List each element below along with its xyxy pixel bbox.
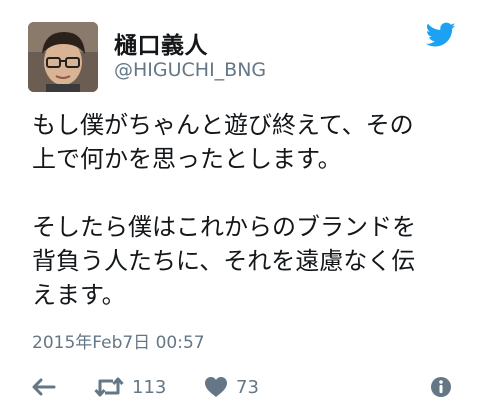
tweet-card: 樋口義人 @HIGUCHI_BNG もし僕がちゃんと遊び終えて、その 上で何かを… [0,0,480,416]
retweet-count: 113 [132,376,167,398]
avatar[interactable] [28,22,98,92]
tweet-text-line: えます。 [32,281,126,309]
heart-icon [205,377,227,397]
tweet-text-blank-line [32,176,462,210]
action-bar: 113 73 [0,372,480,402]
reply-button[interactable] [32,372,56,402]
info-button[interactable] [430,372,452,402]
tweet-text-line: そしたら僕はこれからのブランドを [32,213,416,241]
tweet-text-line: もし僕がちゃんと遊び終えて、その [32,111,414,139]
tweet-text: もし僕がちゃんと遊び終えて、その 上で何かを思ったとします。 そしたら僕はこれか… [32,108,462,312]
avatar-image [28,22,98,92]
user-handle[interactable]: @HIGUCHI_BNG [114,59,266,81]
twitter-bird-icon[interactable] [425,22,456,48]
timestamp[interactable]: 2015年Feb7日 00:57 [32,328,205,353]
tweet-text-line: 背負う人たちに、それを遠慮なく伝 [32,247,416,275]
like-count: 73 [236,376,259,398]
reply-arrow-icon [32,378,56,396]
like-button[interactable]: 73 [204,372,259,402]
retweet-icon [94,377,124,397]
retweet-button[interactable]: 113 [94,372,166,402]
tweet-text-line: 上で何かを思ったとします。 [32,145,342,173]
display-name[interactable]: 樋口義人 [114,26,208,60]
info-icon [431,377,451,397]
